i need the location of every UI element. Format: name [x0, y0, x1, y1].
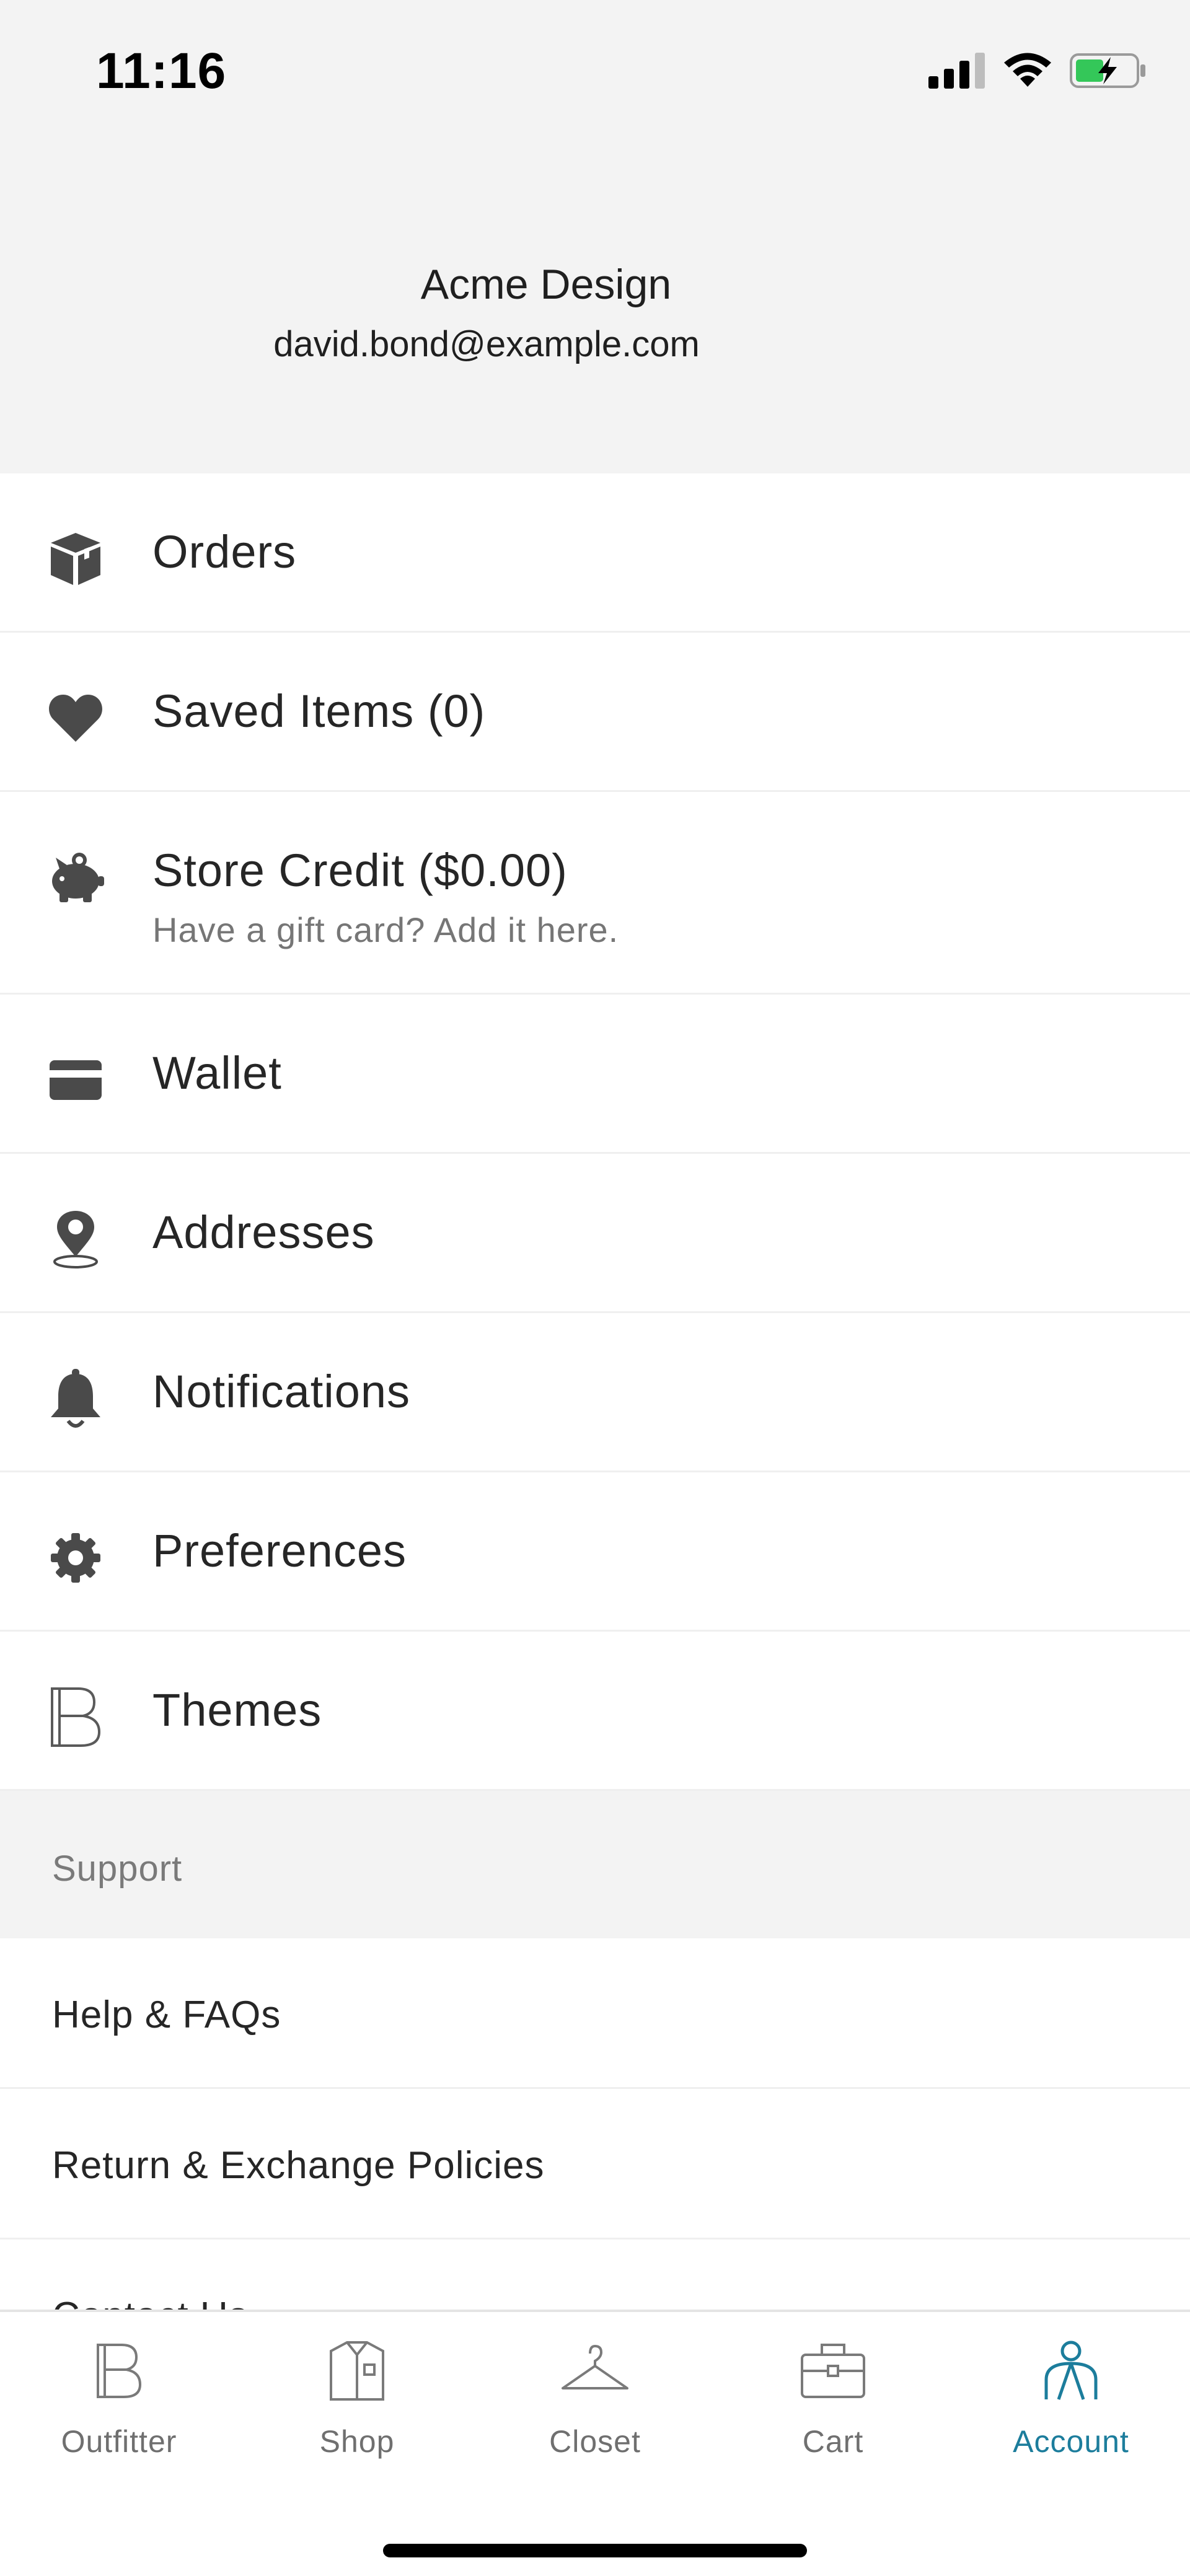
- menu-item-saved-items[interactable]: Saved Items (0): [0, 633, 1190, 792]
- piggy-bank-icon: [45, 846, 107, 908]
- wifi-icon: [1004, 53, 1051, 87]
- account-menu: Orders Saved Items (0) Store Credit ($0.…: [0, 473, 1190, 2390]
- menu-item-label: Notifications: [152, 1366, 411, 1417]
- gear-icon: [45, 1527, 107, 1589]
- bell-icon: [45, 1368, 107, 1430]
- status-time: 11:16: [96, 43, 227, 99]
- tab-outfitter[interactable]: Outfitter: [0, 2331, 238, 2460]
- credit-card-icon: [45, 1049, 107, 1111]
- tab-label: Account: [1013, 2424, 1129, 2459]
- tab-label: Closet: [549, 2424, 641, 2459]
- menu-item-preferences[interactable]: Preferences: [0, 1472, 1190, 1632]
- support-item-label: Return & Exchange Policies: [52, 2144, 545, 2187]
- battery-charging-icon: [1070, 53, 1145, 88]
- menu-item-label: Store Credit ($0.00): [152, 845, 568, 896]
- menu-item-orders[interactable]: Orders: [0, 473, 1190, 633]
- menu-item-label: Preferences: [152, 1525, 407, 1576]
- menu-item-addresses[interactable]: Addresses: [0, 1154, 1190, 1313]
- cellular-signal-icon: [928, 53, 985, 89]
- hanger-icon: [555, 2331, 635, 2411]
- tab-closet[interactable]: Closet: [476, 2331, 714, 2460]
- profile-name: Acme Design: [420, 261, 672, 308]
- location-pin-icon: [45, 1208, 107, 1270]
- heart-icon: [45, 687, 107, 749]
- support-section-title: Support: [52, 1848, 183, 1889]
- support-item-return-exchange-policies[interactable]: Return & Exchange Policies: [0, 2089, 1190, 2240]
- shirt-icon: [317, 2331, 397, 2411]
- tab-shop[interactable]: Shop: [238, 2331, 476, 2460]
- menu-item-notifications[interactable]: Notifications: [0, 1313, 1190, 1472]
- support-item-help-faqs[interactable]: Help & FAQs: [0, 1938, 1190, 2089]
- box-icon: [45, 528, 107, 590]
- menu-item-label: Themes: [152, 1684, 322, 1736]
- status-icons: [928, 52, 1147, 89]
- briefcase-icon: [793, 2331, 873, 2411]
- menu-item-themes[interactable]: Themes: [0, 1632, 1190, 1791]
- tab-label: Shop: [319, 2424, 395, 2459]
- menu-item-wallet[interactable]: Wallet: [0, 995, 1190, 1154]
- tab-label: Cart: [802, 2424, 864, 2459]
- profile-email: david.bond@example.com: [273, 324, 700, 364]
- menu-item-label: Orders: [152, 526, 297, 578]
- tab-account[interactable]: Account: [952, 2331, 1190, 2460]
- support-item-label: Help & FAQs: [52, 1994, 281, 2036]
- menu-item-sublabel: Have a gift card? Add it here.: [152, 910, 619, 949]
- brand-b-icon: [79, 2331, 159, 2411]
- menu-item-store-credit[interactable]: Store Credit ($0.00) Have a gift card? A…: [0, 792, 1190, 995]
- menu-item-label: Saved Items (0): [152, 685, 486, 737]
- menu-item-label: Wallet: [152, 1047, 282, 1099]
- support-section-header: Support: [0, 1791, 1190, 1938]
- tab-label: Outfitter: [61, 2424, 177, 2459]
- menu-item-label: Addresses: [152, 1207, 375, 1258]
- brand-b-icon: [45, 1686, 107, 1748]
- person-icon: [1031, 2331, 1111, 2411]
- home-indicator: [383, 2544, 807, 2557]
- tab-cart[interactable]: Cart: [714, 2331, 952, 2460]
- bottom-tab-bar: Outfitter Shop Closet Cart Account: [0, 2310, 1190, 2576]
- account-header: 11:16 Acme Design david.bond@example.com: [0, 0, 1190, 473]
